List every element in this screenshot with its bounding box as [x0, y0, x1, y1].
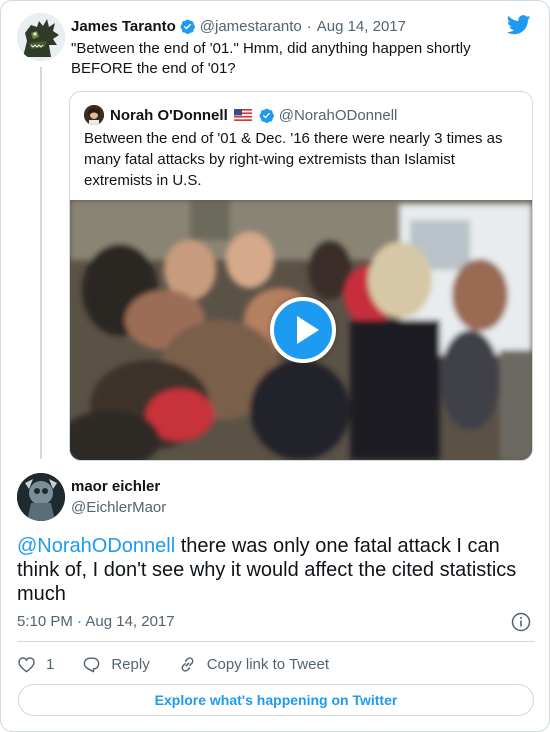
reply-author-name[interactable]: maor eichler — [71, 478, 160, 495]
reply-author-handle[interactable]: @EichlerMaor — [71, 499, 166, 516]
avatar[interactable] — [17, 473, 65, 521]
tweet-actions: 1 Reply Copy link to Tweet — [17, 653, 357, 675]
copy-link-label: Copy link to Tweet — [206, 655, 329, 673]
like-count: 1 — [46, 655, 55, 673]
mention-link[interactable]: @NorahODonnell — [17, 535, 175, 557]
us-flag-icon — [233, 109, 252, 121]
quoted-author-handle[interactable]: @NorahODonnell — [279, 107, 398, 124]
portrait-avatar-icon — [84, 105, 104, 125]
parent-tweet-text: "Between the end of '01." Hmm, did anyth… — [71, 40, 471, 77]
reply-bubble-icon — [84, 656, 100, 672]
avatar[interactable] — [84, 105, 104, 125]
separator: · — [306, 17, 312, 35]
divider — [17, 641, 535, 642]
tweet-timestamp[interactable]: 5:10 PM · Aug 14, 2017 — [17, 613, 175, 630]
author-handle[interactable]: @jamestaranto — [200, 18, 302, 35]
avatar[interactable] — [17, 13, 65, 61]
quoted-tweet[interactable]: Norah O'Donnell @NorahODonnell Between t… — [69, 91, 533, 461]
copy-link-button[interactable]: Copy link to Tweet — [178, 655, 329, 674]
reply-label: Reply — [111, 655, 150, 673]
godzilla-avatar-icon — [17, 13, 65, 61]
tweet-embed-card: James Taranto @jamestaranto · Aug 14, 20… — [0, 0, 550, 732]
link-icon — [181, 656, 194, 672]
heart-icon — [18, 656, 35, 673]
thread-line — [40, 67, 42, 459]
video-thumbnail[interactable] — [70, 200, 532, 460]
verified-badge-icon — [259, 108, 274, 123]
parent-tweet-header: James Taranto @jamestaranto · Aug 14, 20… — [71, 15, 406, 37]
verified-badge-icon — [180, 19, 195, 34]
reply-tweet-text: @NorahODonnell there was only one fatal … — [17, 534, 535, 606]
play-icon[interactable] — [270, 297, 336, 363]
like-button[interactable]: 1 — [17, 655, 54, 674]
explore-twitter-button[interactable]: Explore what's happening on Twitter — [18, 684, 534, 716]
reply-button[interactable]: Reply — [82, 655, 150, 674]
quoted-author-name[interactable]: Norah O'Donnell — [110, 107, 228, 124]
info-icon[interactable] — [511, 612, 531, 632]
tweet-date[interactable]: Aug 14, 2017 — [317, 18, 406, 35]
author-name[interactable]: James Taranto — [71, 18, 176, 35]
profile-avatar-icon — [17, 473, 65, 521]
twitter-bird-icon[interactable] — [507, 15, 531, 35]
quoted-tweet-text: Between the end of '01 & Dec. '16 there … — [84, 130, 503, 189]
quoted-tweet-header: Norah O'Donnell @NorahODonnell — [84, 104, 397, 126]
